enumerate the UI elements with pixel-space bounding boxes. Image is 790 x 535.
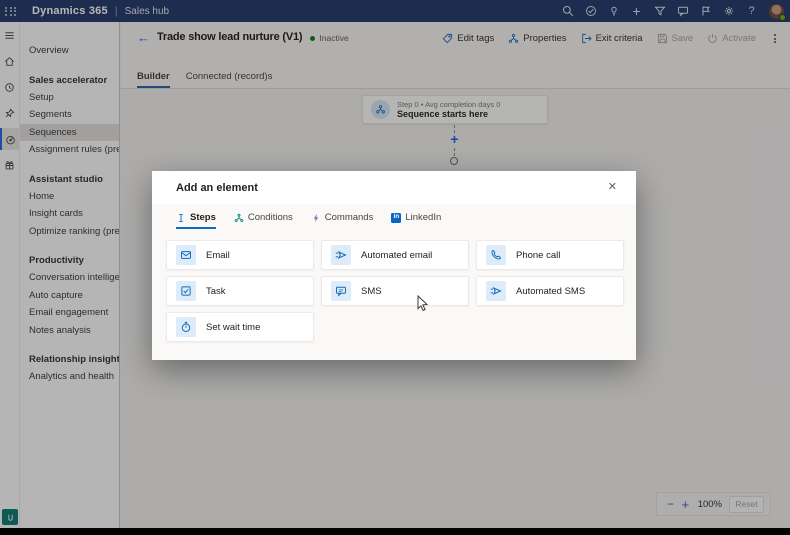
automated-sms-icon <box>486 281 506 301</box>
tab-commands[interactable]: Commands <box>311 212 374 229</box>
element-grid: Email Automated email Phone call <box>166 240 622 342</box>
window-edge <box>0 528 790 535</box>
element-card-sms[interactable]: SMS <box>321 276 469 306</box>
email-icon <box>176 245 196 265</box>
app-window: Dynamics 365 | Sales hub + <box>0 0 790 535</box>
element-card-automated-sms[interactable]: Automated SMS <box>476 276 624 306</box>
dialog-body: Email Automated email Phone call <box>152 229 636 360</box>
task-icon <box>176 281 196 301</box>
linkedin-icon: in <box>391 213 401 223</box>
dialog-header: Add an element ✕ <box>152 171 636 204</box>
element-card-task[interactable]: Task <box>166 276 314 306</box>
element-card-phone-call[interactable]: Phone call <box>476 240 624 270</box>
wait-time-icon <box>176 317 196 337</box>
dialog-title: Add an element <box>176 182 258 194</box>
tab-conditions[interactable]: Conditions <box>234 212 293 229</box>
element-card-email[interactable]: Email <box>166 240 314 270</box>
tab-steps[interactable]: Steps <box>176 212 216 229</box>
phone-icon <box>486 245 506 265</box>
automated-email-icon <box>331 245 351 265</box>
sms-icon <box>331 281 351 301</box>
add-element-dialog: Add an element ✕ Steps Conditions Comman… <box>152 171 636 360</box>
close-icon[interactable]: ✕ <box>603 180 622 195</box>
tab-linkedin[interactable]: in LinkedIn <box>391 212 441 229</box>
element-card-set-wait-time[interactable]: Set wait time <box>166 312 314 342</box>
element-card-automated-email[interactable]: Automated email <box>321 240 469 270</box>
dialog-tabs: Steps Conditions Commands in LinkedIn <box>152 204 636 229</box>
